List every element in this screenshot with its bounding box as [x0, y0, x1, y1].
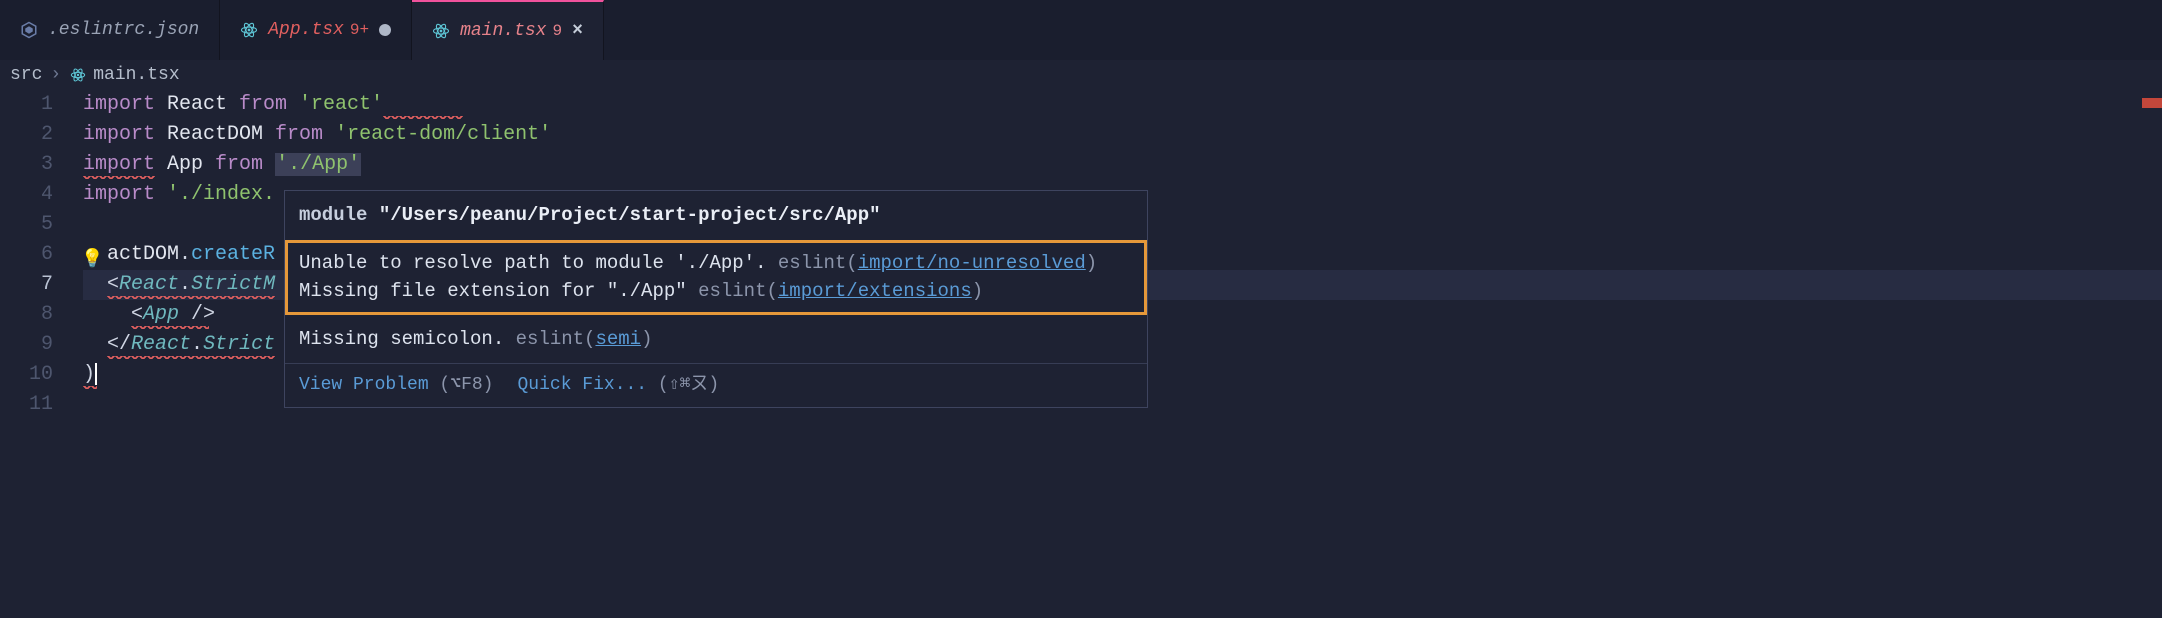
text-cursor — [95, 363, 97, 385]
tab-main[interactable]: main.tsx 9 × — [412, 0, 604, 60]
lightbulb-icon[interactable]: 💡 — [81, 248, 103, 270]
hover-actions: View Problem (⌥F8) Quick Fix... (⇧⌘ㄡ) — [285, 363, 1147, 407]
breadcrumb-segment[interactable]: main.tsx — [69, 65, 179, 85]
hover-highlighted-messages: Unable to resolve path to module './App'… — [285, 240, 1147, 315]
error-squiggle — [131, 326, 209, 329]
breadcrumb-segment[interactable]: src — [10, 65, 42, 85]
eslint-rule-link[interactable]: import/no-unresolved — [858, 252, 1086, 274]
error-squiggle — [83, 176, 155, 179]
line-number-gutter: 1 2 3 4 5 6 7 8 9 10 11 — [0, 90, 75, 420]
tab-app[interactable]: App.tsx 9+ — [220, 0, 412, 60]
chevron-right-icon: › — [50, 65, 61, 85]
line-number: 4 — [0, 180, 53, 210]
line-number: 1 — [0, 90, 53, 120]
line-number: 9 — [0, 330, 53, 360]
line-number: 7 — [0, 270, 53, 300]
diagnostic-message: Missing semicolon. eslint(semi) — [285, 315, 1147, 364]
line-number: 11 — [0, 390, 53, 420]
error-squiggle — [83, 386, 97, 389]
tab-bar: .eslintrc.json App.tsx 9+ main.tsx 9 × — [0, 0, 2162, 60]
line-number: 6 — [0, 240, 53, 270]
breadcrumb: src › main.tsx — [0, 60, 2162, 90]
line-number: 10 — [0, 360, 53, 390]
eslint-rule-link[interactable]: semi — [595, 328, 641, 350]
react-icon — [69, 66, 87, 84]
tab-problem-count: 9+ — [350, 21, 369, 39]
minimap-error-marker[interactable] — [2142, 98, 2162, 108]
code-line[interactable]: import ReactDOM from 'react-dom/client' — [83, 120, 2162, 150]
close-icon[interactable]: × — [572, 21, 583, 41]
shortcut-hint: (⌥F8) — [429, 375, 494, 395]
line-number: 8 — [0, 300, 53, 330]
code-line[interactable]: import App from './App' — [83, 150, 2162, 180]
view-problem-button[interactable]: View Problem — [299, 375, 429, 395]
code-line[interactable]: import React from 'react' — [83, 90, 2162, 120]
eslint-icon — [20, 21, 38, 39]
error-squiggle — [107, 356, 275, 359]
tab-problem-count: 9 — [552, 22, 562, 40]
hover-source-token[interactable]: './App' — [275, 153, 361, 176]
quick-fix-button[interactable]: Quick Fix... — [517, 375, 647, 395]
breadcrumb-label: main.tsx — [93, 65, 179, 85]
line-number: 3 — [0, 150, 53, 180]
line-number: 5 — [0, 210, 53, 240]
error-squiggle — [383, 116, 463, 119]
tab-label: .eslintrc.json — [48, 20, 199, 40]
line-number: 2 — [0, 120, 53, 150]
hover-module-header: module "/Users/peanu/Project/start-proje… — [285, 191, 1147, 240]
shortcut-hint: (⇧⌘ㄡ) — [647, 375, 719, 395]
diagnostic-message: Missing file extension for "./App" eslin… — [299, 277, 1133, 306]
dirty-indicator-icon — [379, 24, 391, 36]
hover-tooltip: module "/Users/peanu/Project/start-proje… — [284, 190, 1148, 408]
react-icon — [240, 21, 258, 39]
breadcrumb-label: src — [10, 65, 42, 85]
tab-eslintrc[interactable]: .eslintrc.json — [0, 0, 220, 60]
tab-label: App.tsx — [268, 20, 344, 40]
error-squiggle — [107, 296, 275, 299]
diagnostic-message: Unable to resolve path to module './App'… — [299, 249, 1133, 278]
react-icon — [432, 22, 450, 40]
tab-label: main.tsx — [460, 21, 546, 41]
eslint-rule-link[interactable]: import/extensions — [778, 280, 972, 302]
